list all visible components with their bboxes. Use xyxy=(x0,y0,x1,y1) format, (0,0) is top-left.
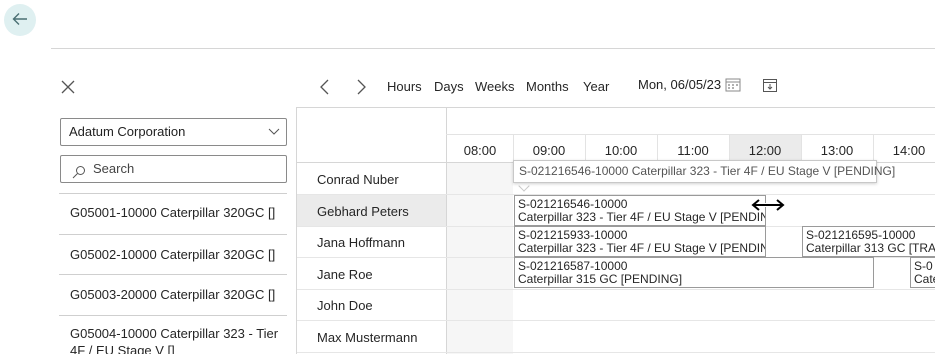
booking-block[interactable]: S-0 Cate xyxy=(910,257,935,288)
hour-divider xyxy=(513,134,514,162)
booking-block[interactable]: S-021216595-10000 Caterpillar 313 GC [TR… xyxy=(802,226,935,257)
hour-label: 08:00 xyxy=(463,143,497,158)
close-icon[interactable] xyxy=(59,78,77,96)
row-divider xyxy=(297,289,935,290)
resource-name[interactable]: Gebhard Peters xyxy=(317,204,409,219)
panel-divider xyxy=(296,107,297,354)
hour-divider xyxy=(585,134,586,162)
row-divider xyxy=(297,320,935,321)
search-placeholder: Search xyxy=(93,161,135,176)
chevron-down-icon xyxy=(268,119,280,154)
booking-desc: Caterpillar 313 GC [TRAN xyxy=(806,241,935,255)
resource-name[interactable]: Conrad Nuber xyxy=(317,172,399,187)
hour-label: 09:00 xyxy=(532,143,566,158)
time-header-line xyxy=(446,134,935,135)
search-icon xyxy=(72,162,86,188)
resource-name[interactable]: Jana Hoffmann xyxy=(317,235,405,250)
row-divider xyxy=(297,352,935,353)
hour-divider xyxy=(657,134,658,162)
hour-divider xyxy=(801,134,802,162)
list-item-continued: 4F / EU Stage V [] xyxy=(70,343,175,354)
next-button[interactable] xyxy=(354,78,368,96)
list-item[interactable]: G05003-20000 Caterpillar 320GC [] xyxy=(70,287,275,302)
booking-tooltip: S-021216546-10000 Caterpillar 323 - Tier… xyxy=(513,160,895,183)
chevron-left-icon xyxy=(318,79,332,99)
search-input[interactable]: Search xyxy=(60,155,287,183)
resource-name[interactable]: John Doe xyxy=(317,298,373,313)
back-button[interactable] xyxy=(4,4,36,36)
chevron-right-icon xyxy=(354,79,368,99)
view-days-button[interactable]: Days xyxy=(434,79,464,94)
toolbar-divider xyxy=(296,107,935,108)
booking-block[interactable]: S-021215933-10000 Caterpillar 323 - Tier… xyxy=(514,226,766,257)
previous-button[interactable] xyxy=(318,78,332,96)
company-select[interactable]: Adatum Corporation xyxy=(60,118,287,146)
view-months-button[interactable]: Months xyxy=(526,79,569,94)
off-hours-shade xyxy=(447,163,513,354)
list-divider xyxy=(59,234,287,235)
hour-label: 12:00 xyxy=(748,143,782,158)
list-item[interactable]: G05004-10000 Caterpillar 323 - Tier xyxy=(70,326,278,341)
hour-label: 14:00 xyxy=(892,143,926,158)
view-weeks-button[interactable]: Weeks xyxy=(475,79,515,94)
list-item[interactable]: G05002-10000 Caterpillar 320GC [] xyxy=(70,247,275,262)
view-hours-button[interactable]: Hours xyxy=(387,79,422,94)
booking-desc: Cate xyxy=(914,272,935,286)
today-icon[interactable] xyxy=(762,77,778,96)
hour-label: 10:00 xyxy=(604,143,638,158)
resource-name[interactable]: Jane Roe xyxy=(317,267,373,282)
hour-divider xyxy=(873,134,874,162)
resource-name[interactable]: Max Mustermann xyxy=(317,330,417,345)
hour-label: 13:00 xyxy=(820,143,854,158)
booking-block[interactable]: S-021216546-10000 Caterpillar 323 - Tier… xyxy=(514,195,766,226)
list-divider xyxy=(59,274,287,275)
resize-cursor-icon xyxy=(749,198,787,215)
list-divider xyxy=(59,193,287,194)
list-divider xyxy=(59,315,287,316)
booking-desc: Caterpillar 323 - Tier 4F / EU Stage V [… xyxy=(518,210,766,224)
booking-block[interactable]: S-021216587-10000 Caterpillar 315 GC [PE… xyxy=(514,257,874,288)
date-label[interactable]: Mon, 06/05/23 xyxy=(638,77,721,92)
hour-label: 11:00 xyxy=(677,143,709,158)
calendar-icon[interactable] xyxy=(725,77,741,95)
hour-divider xyxy=(729,134,730,162)
view-year-button[interactable]: Year xyxy=(583,79,609,94)
arrow-left-icon xyxy=(11,10,29,31)
company-select-value: Adatum Corporation xyxy=(69,124,186,139)
booking-desc: Caterpillar 323 - Tier 4F / EU Stage V [… xyxy=(518,241,766,255)
header-divider xyxy=(51,48,935,49)
booking-desc: Caterpillar 315 GC [PENDING] xyxy=(518,272,683,286)
list-item[interactable]: G05001-10000 Caterpillar 320GC [] xyxy=(70,205,275,220)
